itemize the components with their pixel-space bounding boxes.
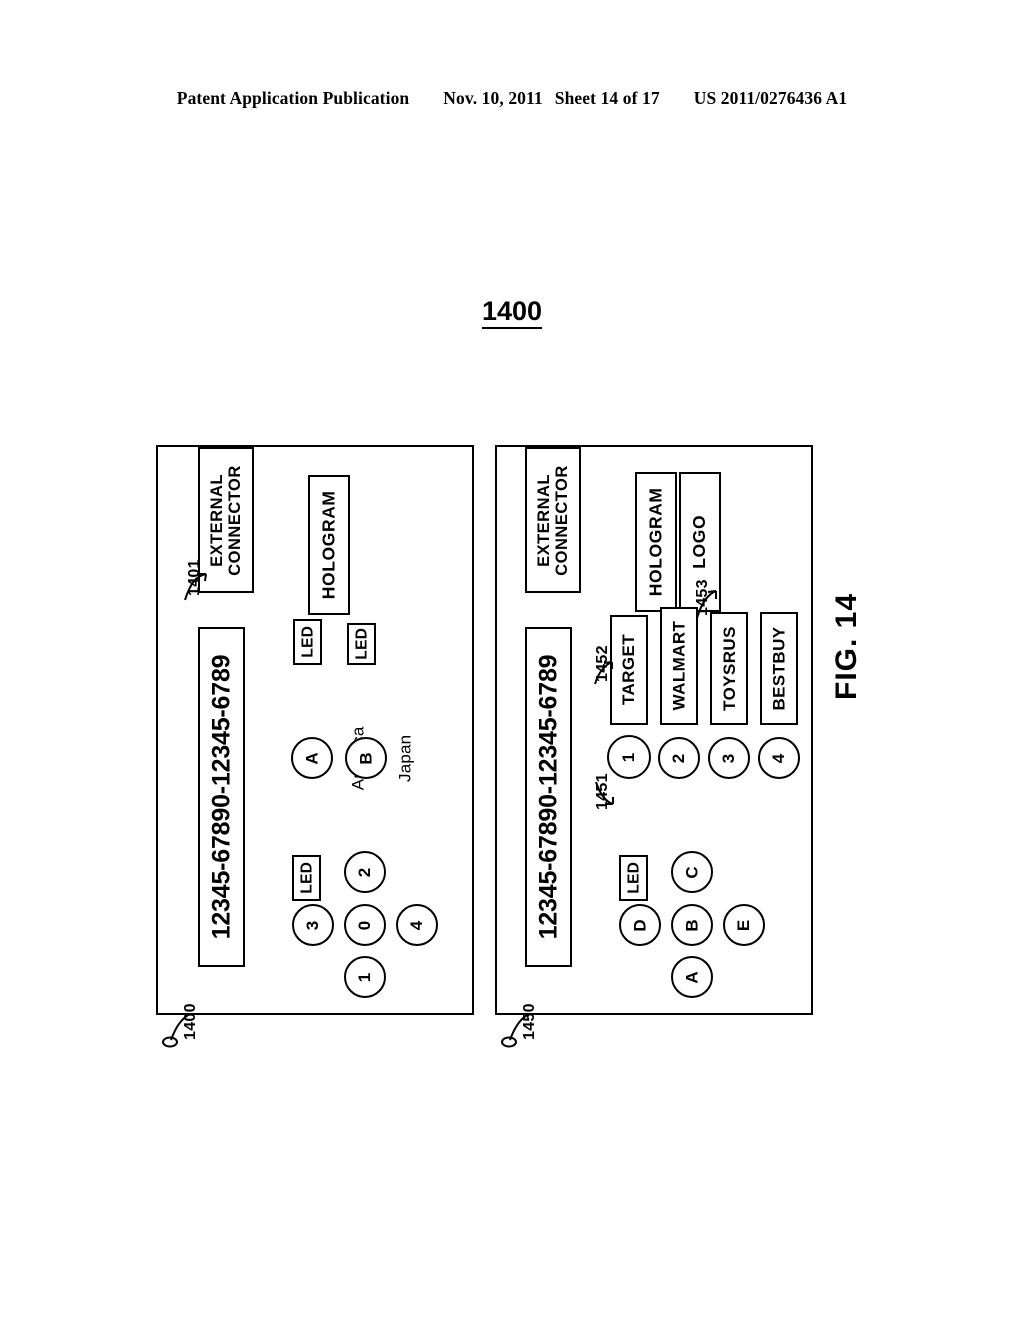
- store-label-bestbuy: BESTBUY: [760, 612, 798, 725]
- figure-top-number-text: 1400: [481, 296, 543, 329]
- led-indicator-america: LED: [293, 619, 322, 665]
- figure-caption: FIG. 14: [830, 592, 863, 700]
- external-connector-box-left: EXTERNAL CONNECTOR: [198, 447, 254, 593]
- serial-number-box-left: 12345-67890-12345-6789: [198, 627, 245, 967]
- ref-numeral-1451: 1451: [594, 773, 611, 810]
- external-connector-label-right: EXTERNAL CONNECTOR: [534, 464, 572, 576]
- serial-number-left: 12345-67890-12345-6789: [207, 654, 236, 940]
- figure-top-number: 1400: [0, 296, 1024, 329]
- publication-date: Nov. 10, 2011: [443, 88, 543, 108]
- keypad-button-a-right[interactable]: A: [671, 956, 713, 998]
- keypad-button-d[interactable]: D: [619, 904, 661, 946]
- country-button-a[interactable]: A: [291, 737, 333, 779]
- ref-numeral-1453: 1453: [694, 579, 711, 616]
- logo-label-right: LOGO: [689, 515, 710, 569]
- store-button-4[interactable]: 4: [758, 737, 800, 779]
- ref-numeral-1450: 1450: [521, 1003, 538, 1040]
- ref-numeral-1400: 1400: [182, 1003, 199, 1040]
- serial-number-box-right: 12345-67890-12345-6789: [525, 627, 572, 967]
- device-panel-1450: EXTERNAL CONNECTOR HOLOGRAM LOGO 12345-67…: [495, 445, 813, 1015]
- hologram-label-right: HOLOGRAM: [645, 487, 666, 597]
- store-label-walmart: WALMART: [660, 607, 698, 725]
- hologram-box-left: HOLOGRAM: [308, 475, 350, 615]
- led-indicator-japan: LED: [347, 623, 376, 665]
- store-button-1[interactable]: 1: [607, 735, 651, 779]
- keypad-button-1[interactable]: 1: [344, 956, 386, 998]
- ref-numeral-1452: 1452: [594, 645, 611, 682]
- country-label-japan: Japan: [395, 734, 415, 782]
- keypad-button-e[interactable]: E: [723, 904, 765, 946]
- patent-number: US 2011/0276436 A1: [693, 88, 848, 108]
- store-button-3[interactable]: 3: [708, 737, 750, 779]
- store-button-2[interactable]: 2: [658, 737, 700, 779]
- keypad-button-0[interactable]: 0: [344, 904, 386, 946]
- external-connector-box-right: EXTERNAL CONNECTOR: [525, 447, 581, 593]
- keypad-button-b[interactable]: B: [671, 904, 713, 946]
- publication-label: Patent Application Publication: [176, 88, 410, 108]
- keypad-button-3[interactable]: 3: [292, 904, 334, 946]
- keypad-led-right: LED: [619, 855, 648, 901]
- ref-numeral-1401: 1401: [186, 559, 203, 596]
- hologram-label-left: HOLOGRAM: [318, 490, 339, 600]
- patent-header: Patent Application Publication Nov. 10, 2…: [0, 88, 1024, 109]
- keypad-button-2[interactable]: 2: [344, 851, 386, 893]
- keypad-led-left: LED: [292, 855, 321, 901]
- hologram-box-right: HOLOGRAM: [635, 472, 677, 612]
- keypad-button-c[interactable]: C: [671, 851, 713, 893]
- keypad-button-4[interactable]: 4: [396, 904, 438, 946]
- sheet-number: Sheet 14 of 17: [554, 88, 660, 108]
- device-panel-1400: EXTERNAL CONNECTOR HOLOGRAM 12345-67890-1…: [156, 445, 474, 1015]
- store-label-target: TARGET: [610, 615, 648, 725]
- external-connector-label-left: EXTERNAL CONNECTOR: [207, 464, 245, 576]
- serial-number-right: 12345-67890-12345-6789: [534, 654, 563, 940]
